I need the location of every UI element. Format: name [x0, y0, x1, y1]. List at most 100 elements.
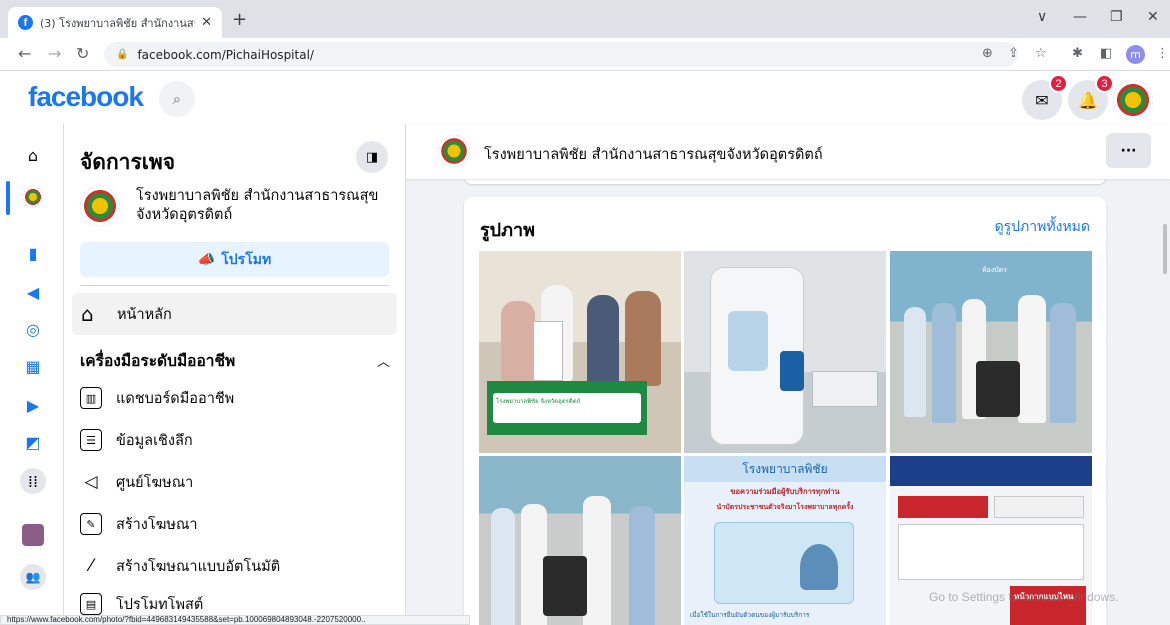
photo-sign: ห้องบัตร [982, 266, 1007, 274]
back-arrow-icon[interactable]: ← [18, 45, 31, 63]
photo-4[interactable] [479, 456, 681, 625]
megaphone-icon: 📣 [197, 251, 216, 268]
link-status-bar: https://www.facebook.com/photo/?fbid=449… [0, 615, 470, 625]
photo-2[interactable] [684, 251, 886, 453]
notifications-button[interactable]: 🔔 3 [1068, 74, 1114, 120]
creator-studio-icon[interactable]: ◩ [22, 431, 44, 453]
messenger-icon: ✉ [1035, 90, 1049, 110]
account-avatar[interactable] [1113, 80, 1153, 120]
url-input[interactable]: 🔒 facebook.com/PichaiHospital/ [104, 42, 1018, 67]
video-icon[interactable]: ▶ [22, 394, 44, 416]
browser-tab[interactable]: f (3) โรงพยาบาลพิชัย สำนักงานสาธารณ ✕ [8, 7, 222, 38]
dashboard-icon: ▥ [80, 387, 102, 409]
browser-menu-icon[interactable]: ⋮ [1156, 46, 1169, 62]
extensions-icon[interactable]: ✱ [1072, 46, 1083, 62]
facebook-logo[interactable]: facebook [28, 81, 144, 113]
forward-arrow-icon[interactable]: → [48, 45, 61, 63]
see-all-photos-link[interactable]: ดูรูปภาพทั้งหมด [995, 216, 1090, 238]
notifications-badge: 3 [1095, 74, 1114, 93]
menu-item-ad-center[interactable]: ◁ ศูนย์โฆษณา [80, 464, 390, 500]
photo-1[interactable]: โรงพยาบาลพิชัย จังหวัดอุตรดิตถ์ [479, 251, 681, 453]
left-icon-rail: ⌂ ▮ ◀ ◎ ▦ ▶ ◩ ⁞⁞ 👥 [0, 124, 64, 625]
facebook-header: facebook ⌕ ✉ 2 🔔 3 [0, 71, 1170, 124]
pencil-icon: ✎ [80, 513, 102, 535]
tab-close-icon[interactable]: ✕ [201, 15, 212, 30]
megaphone-icon[interactable]: ◀ [22, 281, 44, 303]
menu-item-insights[interactable]: ☰ ข้อมูลเชิงลึก [80, 422, 390, 458]
menu-item-label: สร้างโฆษณาแบบอัตโนมัติ [116, 558, 281, 575]
promote-button[interactable]: 📣 โปรโมท [80, 242, 389, 277]
browser-profile-avatar[interactable]: m [1126, 45, 1145, 64]
megaphone-icon: ◁ [84, 472, 98, 492]
page-avatar-icon[interactable] [23, 187, 43, 207]
page-identity[interactable]: โรงพยาบาลพิชัย สำนักงานสาธารณสุขจังหวัดอ… [80, 186, 390, 226]
photos-card: รูปภาพ ดูรูปภาพทั้งหมด โรงพยาบาลพิชัย จั… [464, 197, 1106, 625]
messenger-badge: 2 [1049, 74, 1068, 93]
collapse-panel-icon[interactable]: ◨ [356, 141, 388, 173]
page-logo[interactable] [438, 135, 470, 167]
bookmark-star-icon[interactable]: ☆ [1035, 46, 1047, 62]
bar-chart-icon[interactable]: ▮ [22, 242, 44, 264]
home-icon: ⌂ [81, 302, 94, 326]
chevron-up-icon[interactable]: ︿ [377, 351, 390, 370]
menu-item-label: แดชบอร์ดมืออาชีพ [116, 390, 235, 407]
panel-title: จัดการเพจ [80, 150, 176, 174]
search-icon[interactable]: ⌕ [159, 81, 195, 117]
manage-page-panel: จัดการเพจ ◨ โรงพยาบาลพิชัย สำนักงานสาธาร… [64, 124, 406, 625]
lock-icon: 🔒 [116, 49, 129, 60]
menu-item-label: ศูนย์โฆษณา [116, 474, 194, 491]
photos-title: รูปภาพ [480, 220, 535, 241]
page-title: โรงพยาบาลพิชัย สำนักงานสาธารณสุขจังหวัดอ… [484, 147, 823, 163]
nav-item-label: หน้าหลัก [117, 306, 172, 323]
groups-icon[interactable]: 👥 [20, 564, 46, 590]
reload-icon[interactable]: ↻ [76, 45, 89, 63]
menu-item-label: สร้างโฆษณา [116, 516, 198, 533]
photo-line: ขอความร่วมมือผู้รับบริการทุกท่าน [730, 487, 840, 496]
browser-tabstrip: f (3) โรงพยาบาลพิชัย สำนักงานสาธารณ ✕ + … [0, 0, 1170, 38]
page-name: โรงพยาบาลพิชัย สำนักงานสาธารณสุขจังหวัดอ… [136, 188, 379, 223]
post-icon: ▤ [80, 593, 102, 615]
divider [80, 285, 389, 286]
page-header-bar: โรงพยาบาลพิชัย สำนักงานสาธารณสุขจังหวัดอ… [406, 124, 1170, 179]
analytics-icon[interactable]: ▦ [22, 355, 44, 377]
home-icon[interactable]: ⌂ [22, 144, 44, 166]
side-panel-icon[interactable]: ◧ [1100, 46, 1112, 62]
section-title: เครื่องมือระดับมืออาชีพ [80, 352, 236, 370]
boost-icon[interactable]: ◎ [22, 318, 44, 340]
menu-item-create-ad[interactable]: ✎ สร้างโฆษณา [80, 506, 390, 542]
menu-item-dashboard[interactable]: ▥ แดชบอร์ดมืออาชีพ [80, 380, 390, 416]
rail-active-indicator [6, 181, 10, 215]
minimize-button[interactable]: — [1073, 10, 1087, 24]
nav-item-home[interactable]: ⌂ หน้าหลัก [72, 293, 397, 335]
messenger-button[interactable]: ✉ 2 [1022, 74, 1068, 120]
bell-icon: 🔔 [1078, 90, 1098, 110]
tab-title: (3) โรงพยาบาลพิชัย สำนักงานสาธารณ [40, 16, 195, 30]
menu-item-auto-ad[interactable]: ⁄ สร้างโฆษณาแบบอัตโนมัติ [80, 548, 390, 584]
photo-title: โรงพยาบาลพิชัย [684, 456, 886, 482]
promote-label: โปรโมท [221, 251, 272, 268]
page-logo [80, 186, 120, 226]
insights-icon: ☰ [80, 429, 102, 451]
zoom-icon[interactable]: ⊕ [982, 46, 993, 62]
windows-activation-watermark: Go to Settings to activate Windows. [929, 590, 1119, 604]
photo-3[interactable]: ห้องบัตร [890, 251, 1092, 453]
page-scrollbar[interactable] [1163, 224, 1167, 274]
profile-thumbnail-icon[interactable] [22, 524, 44, 546]
maximize-button[interactable]: ❐ [1110, 10, 1123, 24]
share-icon[interactable]: ⇪ [1008, 46, 1019, 62]
facebook-favicon-icon: f [18, 15, 33, 30]
close-window-button[interactable]: ✕ [1147, 10, 1159, 24]
photo-5[interactable]: โรงพยาบาลพิชัย ขอความร่วมมือผู้รับบริการ… [684, 456, 886, 625]
tab-search-icon[interactable]: ∨ [1037, 10, 1047, 24]
professional-tools-section[interactable]: เครื่องมือระดับมืออาชีพ ︿ [80, 348, 390, 373]
new-tab-button[interactable]: + [232, 11, 247, 29]
photo-sign: โรงพยาบาลพิชัย จังหวัดอุตรดิตถ์ [493, 393, 641, 423]
photo-line: นำบัตรประชาชนตัวจริงมาโรงพยาบาลทุกครั้ง [716, 503, 854, 511]
magic-wand-icon: ⁄ [89, 556, 93, 576]
url-text: facebook.com/PichaiHospital/ [137, 47, 314, 62]
apps-grid-icon[interactable]: ⁞⁞ [20, 468, 46, 494]
address-bar-row: ← → ↻ 🔒 facebook.com/PichaiHospital/ ⊕ ⇪… [0, 38, 1170, 71]
more-options-button[interactable]: ··· [1106, 133, 1151, 168]
photo-line: เมื่อใช้ในการยืนยันตัวตนของผู้มารับบริกา… [690, 611, 810, 619]
menu-item-label: ข้อมูลเชิงลึก [116, 432, 193, 449]
